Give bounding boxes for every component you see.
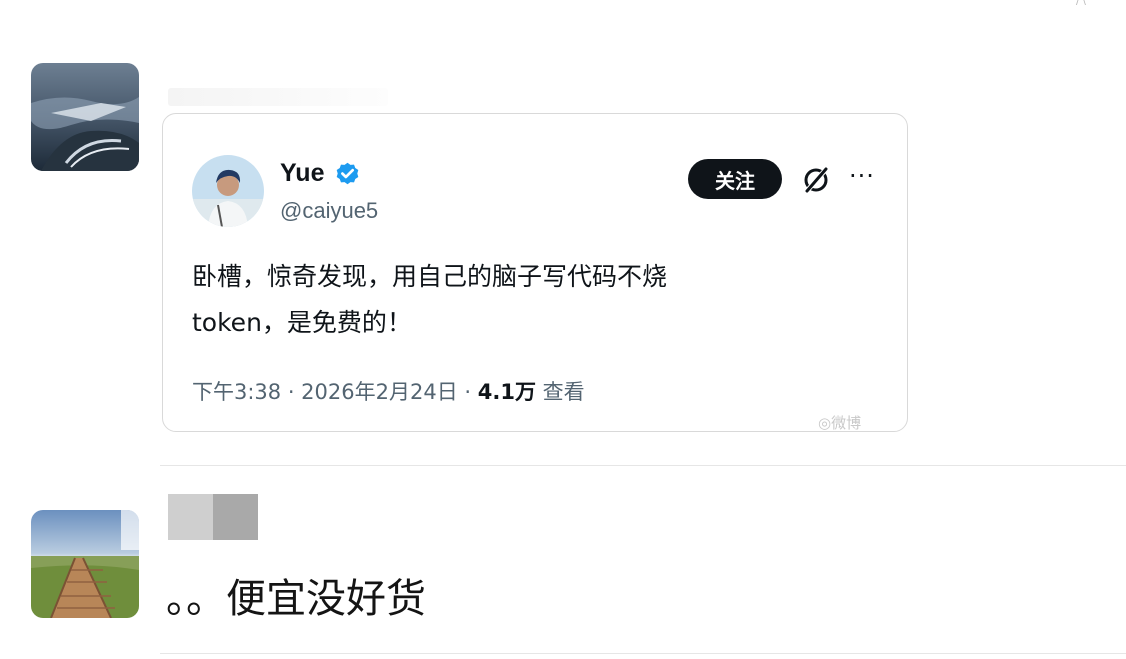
tweet-text-line: 卧槽，惊奇发现，用自己的脑子写代码不烧 [192, 262, 668, 291]
tweet-text: 卧槽，惊奇发现，用自己的脑子写代码不烧 token，是免费的！ [192, 254, 832, 346]
divider [160, 465, 1126, 466]
grok-icon[interactable] [800, 164, 832, 196]
more-icon[interactable]: ··· [849, 164, 879, 194]
tweet-meta: 下午3:38 · 2026年2月24日 · 4.1万 查看 [192, 376, 585, 406]
blurred-username [168, 88, 388, 106]
comment-text: 。。便宜没好货 [166, 576, 426, 622]
weibo-logo-icon: ◎ [818, 414, 832, 432]
avatar[interactable] [31, 63, 139, 171]
verified-badge-icon [336, 162, 359, 185]
tweet-author-avatar[interactable] [192, 155, 264, 227]
tweet-view-label: 查看 [535, 380, 585, 404]
tweet-screenshot-card[interactable]: Yue @caiyue5 关注 ··· 卧槽，惊奇发现，用自己的脑子写代码不烧 … [162, 113, 908, 432]
corner-mark: / \ [1076, 0, 1086, 6]
avatar[interactable] [31, 510, 139, 618]
tweet-timestamp: 下午3:38 · 2026年2月24日 · [192, 380, 478, 404]
tweet-handle: @caiyue5 [280, 198, 379, 223]
tweet-display-name: Yue [280, 159, 325, 187]
tweet-text-line: token，是免费的！ [192, 308, 412, 337]
weibo-watermark: ◎微博 [818, 414, 862, 432]
blurred-username [168, 494, 258, 540]
tweet-view-count: 4.1万 [477, 380, 536, 404]
divider [160, 653, 1126, 654]
follow-button[interactable]: 关注 [688, 159, 782, 199]
